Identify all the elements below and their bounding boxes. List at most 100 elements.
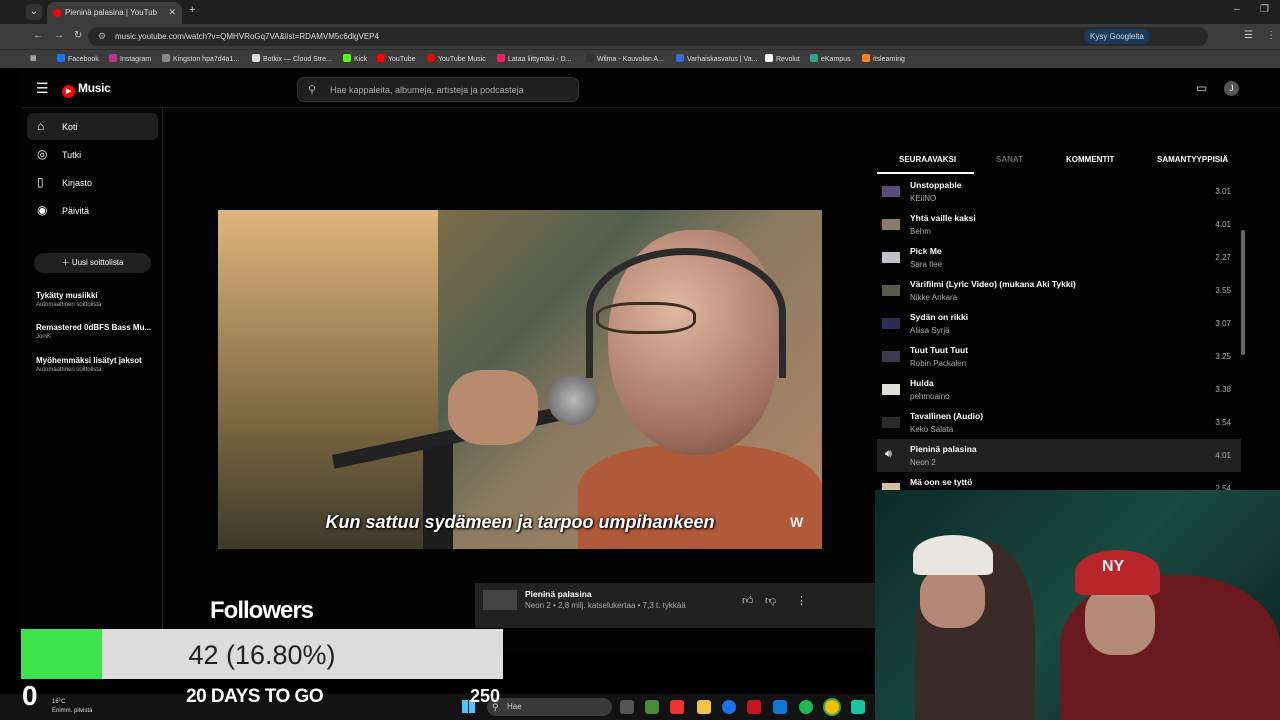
youtube-music-logo[interactable]: ▶ Music	[62, 81, 111, 98]
queue-item[interactable]: Sydän on rikki Aliisa Syrjä 3.07	[877, 307, 1241, 340]
queue-duration: 3.01	[1215, 187, 1231, 196]
bookmark-youtube[interactable]: YouTube	[377, 54, 416, 63]
search-input[interactable]: ⚲ Hae kappaleita, albumeja, artisteja ja…	[297, 77, 579, 102]
new-playlist-button[interactable]: ＋ Uusi soittolista	[34, 253, 151, 273]
youtube-music-favicon	[53, 9, 61, 17]
bookmark-itslearning[interactable]: itslearning	[862, 54, 905, 63]
bookmark-instagram[interactable]: Instagram	[109, 54, 151, 63]
bookmark-kick[interactable]: Kick	[343, 54, 367, 63]
playlist-item[interactable]: Myöhemmäksi lisätyt jaksot Automaattinen…	[36, 356, 156, 373]
now-playing-title[interactable]: Pieninä palasina	[525, 589, 592, 599]
mail-icon[interactable]	[773, 700, 787, 714]
queue-title: Hulda	[910, 378, 934, 388]
queue-item[interactable]: Yhtä vaille kaksi Behm 4.01	[877, 208, 1241, 241]
new-tab-button[interactable]: +	[189, 4, 195, 16]
bookmark-youtube-music[interactable]: YouTube Music	[427, 54, 486, 63]
queue-thumbnail	[882, 186, 900, 197]
bookmark-revolut[interactable]: Revolut	[765, 54, 800, 63]
tab-sanat[interactable]: SANAT	[996, 155, 1023, 164]
queue-duration: 3.25	[1215, 352, 1231, 361]
queue-duration: 3.07	[1215, 319, 1231, 328]
task-view-icon[interactable]	[620, 700, 634, 714]
queue-title: Värifilmi (Lyric Video) (mukana Aki Tykk…	[910, 279, 1076, 289]
playlist-item[interactable]: Remastered 0dBFS Bass Mu... JoniK	[36, 323, 156, 340]
hamburger-menu-icon[interactable]: ☰	[36, 80, 49, 97]
site-info-icon[interactable]: ⚙	[98, 31, 106, 42]
compass-icon: ◎	[37, 147, 48, 161]
app-icon[interactable]	[851, 700, 865, 714]
minecraft-icon[interactable]	[645, 700, 659, 714]
queue-title: Unstoppable	[910, 180, 962, 190]
back-icon[interactable]: ←	[33, 30, 43, 41]
now-playing-thumbnail[interactable]	[483, 590, 517, 610]
bookmark-lataa[interactable]: Lataa liittymäsi - D...	[497, 54, 571, 63]
tab-kommentit[interactable]: KOMMENTIT	[1066, 155, 1114, 164]
bookmark-botkix[interactable]: Botkix — Cloud Stre...	[252, 54, 332, 63]
ask-google-button[interactable]: Kysy Googlelta	[1084, 29, 1150, 44]
bookmark-kingston[interactable]: Kingston hpa7d4a1...	[162, 54, 239, 63]
more-options-icon[interactable]: ⋮	[796, 594, 807, 607]
playlist-item[interactable]: Tykätty musiikki Automaattinen soittolis…	[36, 291, 156, 308]
bookmark-wilma[interactable]: Wilma - Kouvolan A...	[586, 54, 664, 63]
studio-wall	[218, 210, 438, 549]
sidebar-item-kirjasto[interactable]: ▯ Kirjasto	[27, 169, 158, 196]
queue-title: Pieninä palasina	[910, 444, 977, 454]
maximize-button[interactable]: ❐	[1260, 4, 1269, 15]
now-playing-meta: Neon 2 • 2,8 milj. katselukertaa • 7,3 t…	[525, 601, 686, 610]
spotify-icon[interactable]	[799, 700, 813, 714]
tab-search-button[interactable]: ⌄	[26, 4, 42, 20]
chrome-icon[interactable]	[825, 700, 839, 714]
cast-icon[interactable]: ▭	[1196, 81, 1207, 95]
menu-icon[interactable]: ⋮	[1266, 30, 1276, 41]
help-icon[interactable]	[722, 700, 736, 714]
queue-item[interactable]: Pick Me Sara Ilee 2.27	[877, 241, 1241, 274]
forward-icon[interactable]: →	[54, 30, 64, 41]
reload-icon[interactable]: ↻	[74, 30, 82, 41]
queue-duration: 2.27	[1215, 253, 1231, 262]
sunglasses	[596, 302, 696, 334]
close-tab-icon[interactable]: ✕	[168, 7, 176, 18]
bookmark-ekampus[interactable]: eKampus	[810, 54, 851, 63]
thumbs-up-icon[interactable]: 👍︎	[742, 594, 754, 607]
video-player[interactable]: Kun sattuu sydämeen ja tarpoo umpihankee…	[218, 210, 822, 549]
weather-widget[interactable]: 16°C Enimm. pilvistä	[52, 698, 92, 716]
tab-title: Pieninä palasina | YouTube	[65, 8, 157, 17]
sidebar-item-paivita[interactable]: ◉ Päivitä	[27, 197, 158, 224]
minimize-button[interactable]: –	[1234, 4, 1240, 15]
queue-item[interactable]: Hulda pehmoaino 3.38	[877, 373, 1241, 406]
queue-item[interactable]: Tuut Tuut Tuut Robin Packalen 3.25	[877, 340, 1241, 373]
tab-samantyyppisia[interactable]: SAMANTYYPPISIÄ	[1157, 155, 1228, 164]
queue-title: Pick Me	[910, 246, 942, 256]
app-icon[interactable]	[670, 700, 684, 714]
bookmark-facebook[interactable]: Facebook	[57, 54, 99, 63]
url-text: music.youtube.com/watch?v=QMHVRoGq7VA&li…	[115, 32, 379, 41]
sidebar-item-tutki[interactable]: ◎ Tutki	[27, 141, 158, 168]
queue-scrollbar[interactable]	[1241, 230, 1245, 355]
queue-item[interactable]: Tavallinen (Audio) Keko Salata 3.54	[877, 406, 1241, 439]
playlist-subtitle: Automaattinen soittolista	[36, 367, 102, 373]
speaker-icon: 🔊︎	[885, 448, 892, 460]
reading-list-icon[interactable]: ☰	[1244, 30, 1253, 41]
file-explorer-icon[interactable]	[697, 700, 711, 714]
warner-watermark: W	[790, 514, 804, 530]
sidebar-item-koti[interactable]: ⌂ Koti	[27, 113, 158, 140]
plus-icon: ＋	[61, 258, 72, 267]
queue-item[interactable]: 🔊︎ Pieninä palasina Neon 2 4.01	[877, 439, 1241, 472]
apps-icon[interactable]: ▦	[30, 54, 37, 62]
sidebar-item-label: Koti	[62, 122, 78, 132]
up-next-tabs: SEURAAVAKSI SANAT KOMMENTIT SAMANTYYPPIS…	[877, 150, 1241, 174]
taskbar-search[interactable]: ⚲ Hae	[487, 698, 612, 716]
weather-temp: 16°C	[52, 699, 66, 705]
browser-tab[interactable]: Pieninä palasina | YouTube ✕	[47, 2, 182, 24]
queue-item[interactable]: Unstoppable KEiiNO 3.01	[877, 175, 1241, 208]
playlist-name: Myöhemmäksi lisätyt jaksot	[36, 356, 142, 365]
antivirus-icon[interactable]	[747, 700, 761, 714]
address-bar[interactable]: ⚙ music.youtube.com/watch?v=QMHVRoGq7VA&…	[88, 27, 1208, 46]
queue-item[interactable]: Värifilmi (Lyric Video) (mukana Aki Tykk…	[877, 274, 1241, 307]
bookmark-varhaiskasvatus[interactable]: Varhaiskasvatus | Va...	[676, 54, 757, 63]
tab-seuraavaksi[interactable]: SEURAAVAKSI	[899, 155, 956, 164]
followers-days-left: 20 DAYS TO GO	[186, 686, 324, 707]
avatar[interactable]: J	[1224, 81, 1239, 96]
queue-artist: Aliisa Syrjä	[910, 326, 950, 335]
thumbs-down-icon[interactable]: 👎︎	[765, 594, 776, 607]
